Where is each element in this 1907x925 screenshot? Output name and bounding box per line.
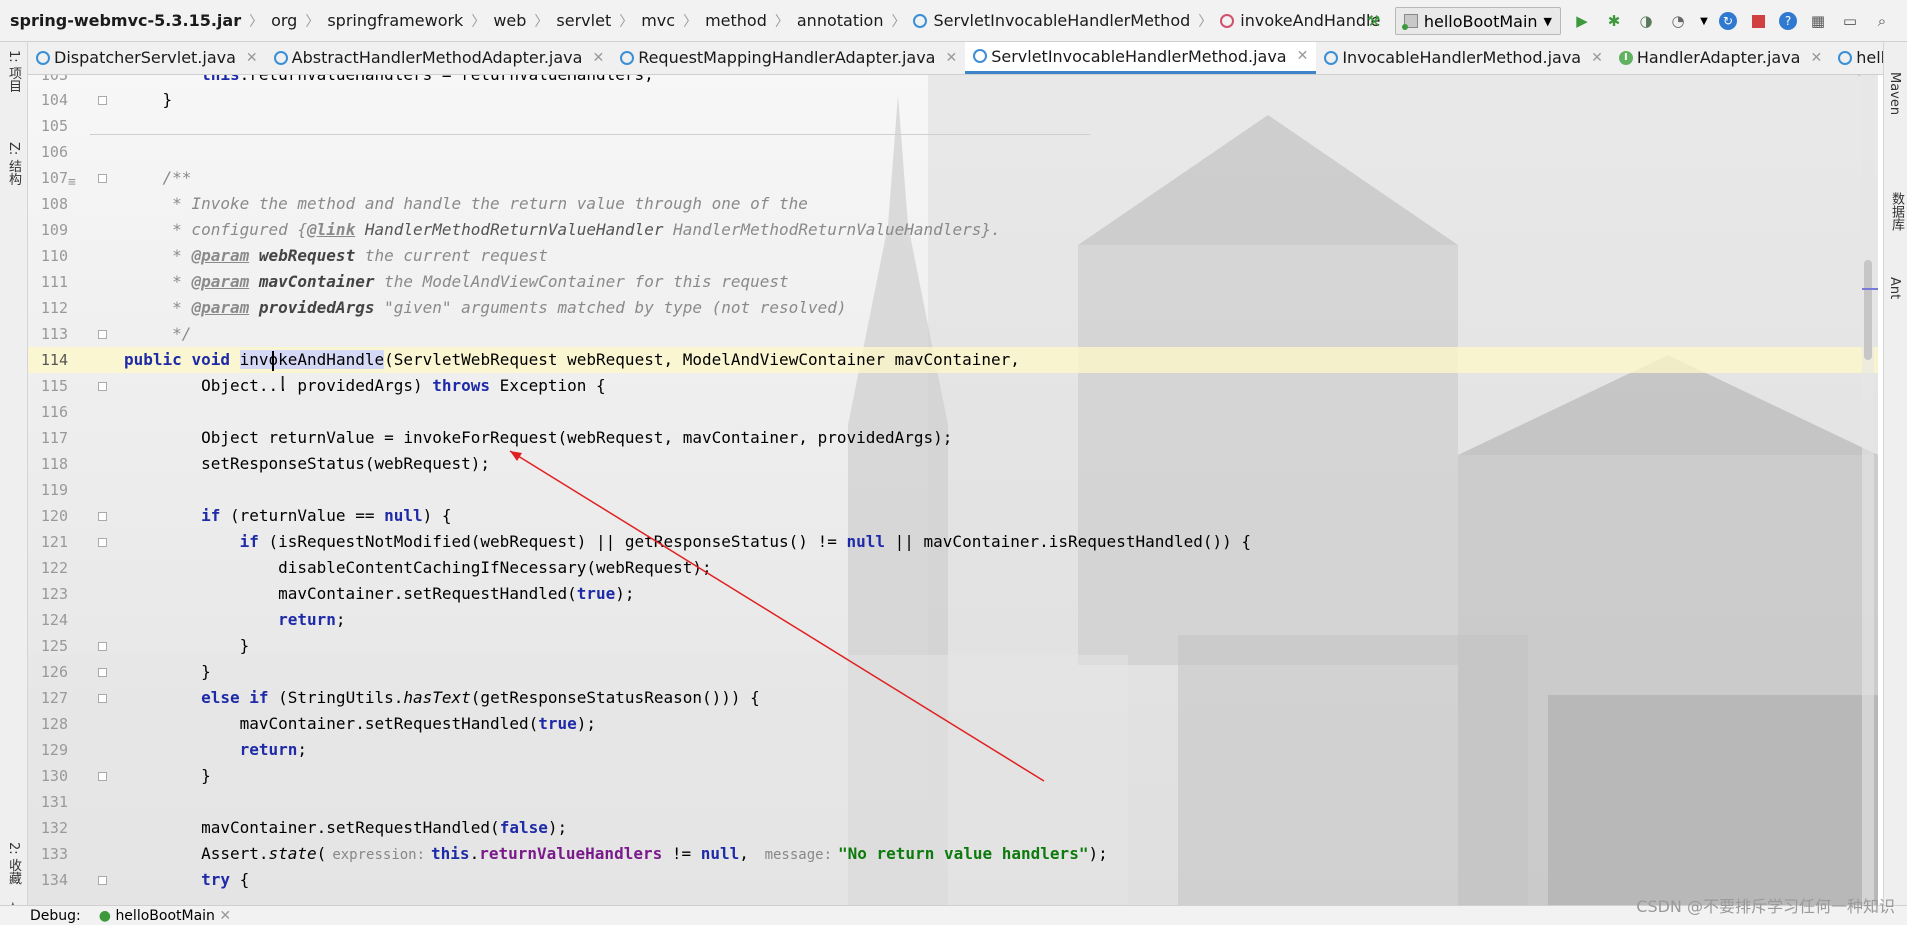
breadcrumb-springframework[interactable]: springframework xyxy=(327,11,463,30)
project-tool-button[interactable]: 1: 项目 xyxy=(4,50,23,93)
tab-label: DispatcherServlet.java xyxy=(54,48,236,67)
breadcrumb-label: mvc xyxy=(641,11,676,30)
class-icon xyxy=(1324,50,1339,65)
breadcrumb-annotation[interactable]: annotation xyxy=(797,11,884,30)
right-tool-strip: Maven 数据库 Ant xyxy=(1883,42,1907,925)
close-icon[interactable]: ✕ xyxy=(1297,48,1309,64)
debug-icon[interactable]: ✱ xyxy=(1603,10,1625,32)
run-icon[interactable]: ▶ xyxy=(1571,10,1593,32)
profile-icon[interactable]: ◔ xyxy=(1667,10,1689,32)
debug-label: Debug: xyxy=(30,907,81,924)
chevron-right-icon: 〉 xyxy=(891,13,906,30)
run-config-icon: ● xyxy=(98,907,111,924)
breadcrumb-label: springframework xyxy=(327,11,464,30)
debug-toolbar: Debug: ● helloBootMain ✕ xyxy=(0,905,1907,925)
code-editor[interactable]: 103 this.returnValueHandlers = returnVal… xyxy=(28,75,1878,905)
scrollbar-thumb[interactable] xyxy=(1864,260,1872,360)
editor-tabs: DispatcherServlet.java ✕ AbstractHandlerM… xyxy=(28,42,1889,75)
close-icon[interactable]: ✕ xyxy=(592,50,604,66)
chevron-right-icon: 〉 xyxy=(534,13,549,30)
close-icon[interactable]: ✕ xyxy=(1591,50,1603,66)
database-tool-button[interactable]: 数据库 xyxy=(1887,192,1906,231)
breadcrumb-method-name[interactable]: invokeAndHandle xyxy=(1220,11,1380,30)
annotation-arrow xyxy=(509,450,1045,782)
tab-dispatcherservlet[interactable]: DispatcherServlet.java ✕ xyxy=(28,42,266,74)
chevron-right-icon: 〉 xyxy=(471,13,486,30)
navigation-bar: spring-webmvc-5.3.15.jar 〉 org 〉 springf… xyxy=(0,0,1907,42)
tab-label: HandlerAdapter.java xyxy=(1636,48,1801,67)
chevron-right-icon: 〉 xyxy=(619,13,634,30)
tab-handleradapter[interactable]: I HandlerAdapter.java ✕ xyxy=(1611,42,1830,74)
close-icon[interactable]: ✕ xyxy=(246,50,258,66)
close-icon[interactable]: ✕ xyxy=(1810,50,1822,66)
chevron-right-icon: 〉 xyxy=(774,13,789,30)
class-icon xyxy=(913,13,928,28)
breadcrumb-method[interactable]: method xyxy=(705,11,767,30)
tab-label: RequestMappingHandlerAdapter.java xyxy=(638,48,936,67)
breadcrumb-org[interactable]: org xyxy=(271,11,297,30)
breadcrumb-label: servlet xyxy=(556,11,612,30)
checkmark-icon: ✓ xyxy=(1855,75,1868,81)
error-stripe-mark xyxy=(1862,288,1878,290)
chevron-right-icon: 〉 xyxy=(305,13,320,30)
breadcrumb-label: method xyxy=(705,11,767,30)
structure-tool-button[interactable]: Z: 结构 xyxy=(4,142,23,185)
chevron-right-icon: 〉 xyxy=(683,13,698,30)
build-hammer-icon[interactable]: ⚒ xyxy=(1363,10,1385,32)
stop-icon[interactable] xyxy=(1747,10,1769,32)
session-label: helloBootMain xyxy=(115,907,215,924)
chevron-down-icon: ▼ xyxy=(1543,14,1552,28)
interface-icon: I xyxy=(1618,50,1633,65)
vertical-scrollbar[interactable] xyxy=(1862,75,1874,905)
breadcrumb-class[interactable]: ServletInvocableHandlerMethod xyxy=(913,11,1190,30)
class-icon xyxy=(36,50,50,65)
breadcrumb-label: org xyxy=(271,11,298,30)
chevron-right-icon: 〉 xyxy=(249,13,264,30)
left-tool-strip: 1: 项目 Z: 结构 2: 收藏 ★ xyxy=(0,42,28,925)
breadcrumb-label: invokeAndHandle xyxy=(1240,11,1381,30)
tab-label: AbstractHandlerMethodAdapter.java xyxy=(291,48,583,67)
close-icon[interactable]: ✕ xyxy=(219,908,231,924)
favorites-tool-button[interactable]: 2: 收藏 xyxy=(4,842,23,885)
watermark: CSDN @不要排斥学习任何一种知识 xyxy=(1636,897,1895,916)
class-icon xyxy=(1838,50,1853,65)
class-icon xyxy=(973,49,988,63)
close-icon[interactable]: ✕ xyxy=(945,50,957,66)
class-icon xyxy=(620,50,635,65)
run-toolbar: ⚒ helloBootMain ▼ ▶ ✱ ◑ ◔ ▼ ↻ ? ▦ ▭ ⌕ xyxy=(1363,0,1907,42)
tab-abstracthandlermethodadapter[interactable]: AbstractHandlerMethodAdapter.java ✕ xyxy=(266,42,613,74)
debug-session-tab[interactable]: ● helloBootMain ✕ xyxy=(99,908,231,924)
breadcrumb-label: web xyxy=(493,11,527,30)
search-icon[interactable]: ⌕ xyxy=(1871,10,1893,32)
terminal-icon[interactable]: ▭ xyxy=(1839,10,1861,32)
breadcrumb-label: annotation xyxy=(796,11,884,30)
breadcrumb-servlet[interactable]: servlet xyxy=(556,11,611,30)
ant-tool-button[interactable]: Ant xyxy=(1887,277,1902,299)
run-config-icon xyxy=(1401,14,1418,30)
breadcrumb-jar[interactable]: spring-webmvc-5.3.15.jar xyxy=(10,11,241,30)
class-icon xyxy=(273,50,288,65)
tab-servletinvocablehandlermethod[interactable]: ServletInvocableHandlerMethod.java ✕ xyxy=(965,42,1317,74)
project-structure-icon[interactable]: ▦ xyxy=(1807,10,1829,32)
search-everywhere-icon[interactable]: ? xyxy=(1779,12,1797,30)
coverage-icon[interactable]: ◑ xyxy=(1635,10,1657,32)
chevron-right-icon: 〉 xyxy=(1198,13,1213,30)
method-icon xyxy=(1220,13,1235,28)
run-config-label: helloBootMain xyxy=(1423,11,1538,31)
tab-hellocontrol[interactable]: hellocontrol xyxy=(1830,42,1889,74)
breadcrumb-label: ServletInvocableHandlerMethod xyxy=(933,11,1191,30)
tab-label: InvocableHandlerMethod.java xyxy=(1342,48,1582,67)
tab-invocablehandlermethod[interactable]: InvocableHandlerMethod.java ✕ xyxy=(1316,42,1611,74)
breadcrumb-mvc[interactable]: mvc xyxy=(641,11,675,30)
maven-tool-button[interactable]: Maven xyxy=(1887,72,1902,115)
breadcrumb-web[interactable]: web xyxy=(493,11,526,30)
tab-label: ServletInvocableHandlerMethod.java xyxy=(991,46,1287,66)
chevron-down-icon[interactable]: ▼ xyxy=(1699,10,1709,32)
attach-icon[interactable]: ↻ xyxy=(1719,12,1737,30)
run-config-selector[interactable]: helloBootMain ▼ xyxy=(1394,7,1561,35)
tab-requestmappinghandleradapter[interactable]: RequestMappingHandlerAdapter.java ✕ xyxy=(612,42,965,74)
breadcrumb-label: spring-webmvc-5.3.15.jar xyxy=(10,11,242,30)
